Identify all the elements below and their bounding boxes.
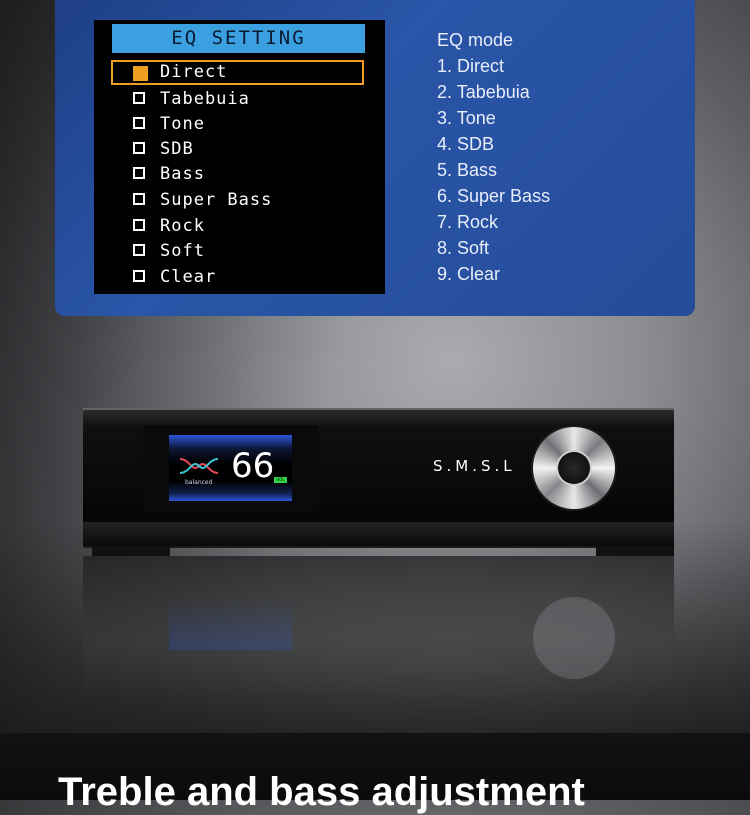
checkbox-icon xyxy=(133,92,145,104)
eq-mode-item: 4. SDB xyxy=(437,134,495,154)
eq-setting-title: EQ SETTING xyxy=(112,24,365,53)
eq-option[interactable]: Super Bass xyxy=(111,188,364,213)
eq-mode-item: 9. Clear xyxy=(437,264,501,284)
eq-option[interactable]: SDB xyxy=(111,137,364,162)
device-foot-right xyxy=(596,546,674,556)
checkbox-icon xyxy=(133,167,145,179)
knob-reflection xyxy=(533,597,615,679)
eq-option[interactable]: Tabebuia xyxy=(111,87,364,112)
output-mode-label: balanced xyxy=(185,479,213,486)
checkbox-icon xyxy=(133,219,145,231)
eq-mode-item: 6. Super Bass xyxy=(437,186,551,206)
eq-mode-item: 3. Tone xyxy=(437,108,496,128)
eq-option-label: Soft xyxy=(160,241,205,261)
eq-option-label: Clear xyxy=(160,267,217,287)
checkbox-checked-icon xyxy=(133,66,148,81)
eq-option-label: Tabebuia xyxy=(160,89,250,109)
volume-knob-center xyxy=(558,452,590,484)
device-foot-left xyxy=(92,546,170,556)
eq-option[interactable]: Soft xyxy=(111,239,364,264)
eq-option[interactable]: Rock xyxy=(111,214,364,239)
eq-option-label: Direct xyxy=(160,62,228,82)
eq-mode-item: 1. Direct xyxy=(437,56,505,76)
eq-option[interactable]: Tone xyxy=(111,112,364,137)
eq-mode-heading: EQ mode xyxy=(437,30,514,50)
eq-option-label: SDB xyxy=(160,139,194,159)
eq-mode-item: 2. Tabebuia xyxy=(437,82,530,102)
display-reflection xyxy=(169,600,292,650)
eq-option[interactable]: Bass xyxy=(111,162,364,187)
eq-option[interactable]: Clear xyxy=(111,265,364,290)
checkbox-icon xyxy=(133,193,145,205)
wave-logo-icon xyxy=(179,458,219,474)
eq-option-label: Bass xyxy=(160,164,205,184)
checkbox-icon xyxy=(133,142,145,154)
section-headline: Treble and bass adjustment xyxy=(58,770,585,814)
eq-option-label: Rock xyxy=(160,216,205,236)
eq-mode-item: 8. Soft xyxy=(437,238,490,258)
device-base xyxy=(83,522,674,546)
volume-readout: 66 xyxy=(231,446,275,486)
eq-mode-item: 5. Bass xyxy=(437,160,498,180)
brand-logo: S.M.S.L xyxy=(433,457,516,475)
checkbox-icon xyxy=(133,117,145,129)
volume-badge: VOL xyxy=(274,477,287,483)
eq-option[interactable]: Direct xyxy=(111,60,364,85)
eq-mode-item: 7. Rock xyxy=(437,212,499,232)
eq-option-label: Tone xyxy=(160,114,205,134)
checkbox-icon xyxy=(133,244,145,256)
eq-option-label: Super Bass xyxy=(160,190,273,210)
checkbox-icon xyxy=(133,270,145,282)
